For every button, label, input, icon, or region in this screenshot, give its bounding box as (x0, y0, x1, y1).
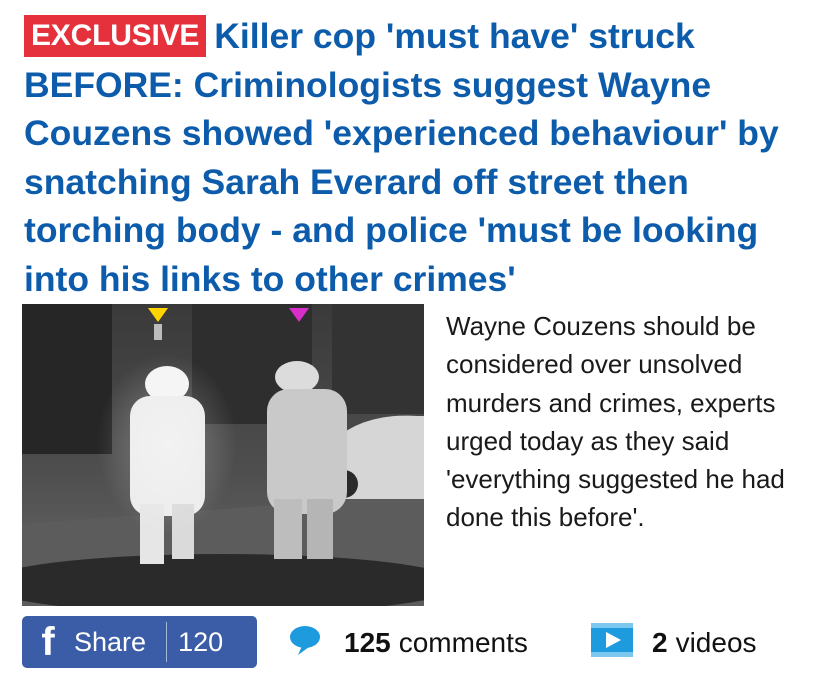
facebook-share-button[interactable]: f Share 120 (22, 616, 257, 668)
share-divider (166, 622, 168, 662)
article-thumbnail-image[interactable] (22, 304, 424, 606)
cctv-still-graphic (22, 304, 424, 606)
share-label: Share (74, 626, 147, 657)
comments-count: 125 (344, 627, 391, 658)
videos-label: videos (675, 627, 757, 658)
videos-link[interactable]: 2 videos (590, 620, 757, 666)
video-play-icon (590, 622, 634, 665)
headline-link[interactable]: EXCLUSIVE Killer cop 'must have' struck B… (24, 12, 814, 303)
headline-text[interactable]: Killer cop 'must have' struck BEFORE: Cr… (24, 16, 779, 299)
exclusive-badge: EXCLUSIVE (24, 15, 207, 57)
share-count: 120 (178, 626, 224, 657)
speech-bubble-icon (288, 623, 322, 664)
comments-link[interactable]: 125 comments (288, 620, 528, 666)
videos-count: 2 (652, 627, 668, 658)
comments-label: comments (398, 627, 528, 658)
article-card: EXCLUSIVE Killer cop 'must have' struck B… (0, 0, 817, 689)
article-summary: Wayne Couzens should be considered over … (446, 311, 785, 533)
facebook-icon: f (41, 619, 55, 664)
